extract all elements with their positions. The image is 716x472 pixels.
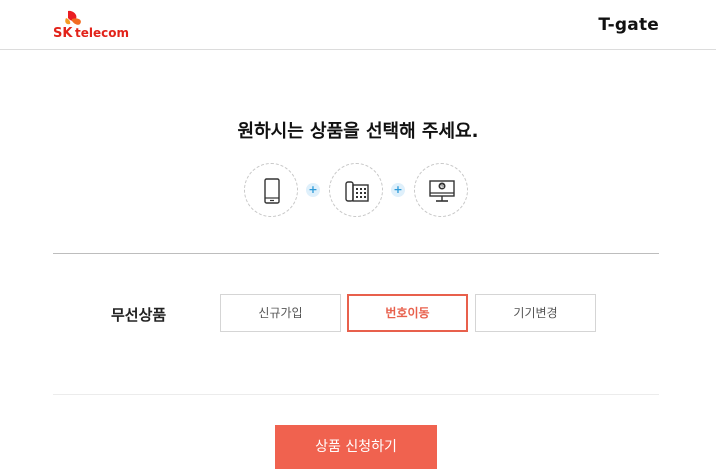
sk-telecom-logo[interactable]: SK telecom <box>52 8 142 42</box>
section-divider <box>53 253 659 254</box>
footer-divider <box>53 394 659 395</box>
header-bar: SK telecom T-gate <box>0 0 716 50</box>
page-headline: 원하시는 상품을 선택해 주세요. <box>237 121 479 142</box>
product-icon-row: + + e <box>0 163 716 219</box>
option-new-subscription[interactable]: 신규가입 <box>220 294 341 332</box>
tv-internet-circle: e <box>414 163 468 217</box>
wireless-section-label: 무선상품 <box>111 306 167 324</box>
brand-sk-text: SK <box>53 26 73 41</box>
plus-icon: + <box>391 183 405 197</box>
landline-phone-icon <box>345 181 369 202</box>
option-device-change[interactable]: 기기변경 <box>475 294 596 332</box>
tv-internet-icon: e <box>429 180 455 202</box>
plus-icon: + <box>306 183 320 197</box>
sk-telecom-logo-mark: SK telecom <box>53 10 129 41</box>
option-number-porting[interactable]: 번호이동 <box>347 294 468 332</box>
svg-text:e: e <box>440 183 444 190</box>
landline-phone-circle <box>329 163 383 217</box>
app-title: T-gate <box>598 15 659 35</box>
mobile-phone-circle <box>244 163 298 217</box>
apply-product-button[interactable]: 상품 신청하기 <box>275 425 437 469</box>
sk-butterfly-icon <box>65 10 81 25</box>
mobile-phone-icon <box>264 178 280 204</box>
brand-telecom-text: telecom <box>75 26 129 40</box>
